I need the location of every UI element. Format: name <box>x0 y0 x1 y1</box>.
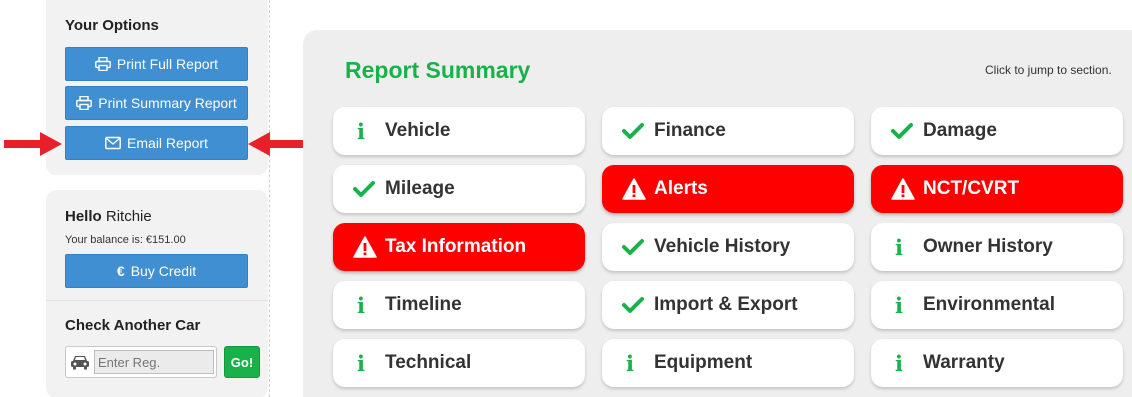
greeting: Hello Ritchie <box>65 208 152 225</box>
go-button[interactable]: Go! <box>224 346 260 378</box>
summary-tile-label: NCT/CVRT <box>923 178 1020 199</box>
account-panel: Hello Ritchie Your balance is: €151.00 €… <box>46 190 268 397</box>
summary-tile-label: Mileage <box>385 178 455 199</box>
summary-tile[interactable]: i Vehicle <box>333 107 585 155</box>
summary-tile[interactable]: NCT/CVRT <box>871 165 1123 213</box>
report-summary-hint: Click to jump to section. <box>985 63 1112 77</box>
info-icon: i <box>895 350 903 376</box>
summary-tile-label: Vehicle <box>385 120 451 141</box>
greeting-prefix: Hello <box>65 208 102 225</box>
summary-tile[interactable]: Finance <box>602 107 854 155</box>
user-name: Ritchie <box>105 208 152 225</box>
summary-tile[interactable]: Damage <box>871 107 1123 155</box>
check-icon <box>353 180 383 198</box>
summary-tile[interactable]: Mileage <box>333 165 585 213</box>
check-icon <box>891 122 921 140</box>
print-summary-report-label: Print Summary Report <box>98 95 237 111</box>
buy-credit-button[interactable]: € Buy Credit <box>65 254 248 288</box>
summary-tile[interactable]: i Warranty <box>871 339 1123 387</box>
registration-input[interactable] <box>94 350 214 374</box>
warning-icon <box>353 236 383 258</box>
printer-icon <box>95 57 111 71</box>
summary-tile-label: Tax Information <box>385 236 527 257</box>
arrow-left-icon <box>248 132 306 156</box>
summary-tile-label: Damage <box>923 120 997 141</box>
summary-tile-label: Technical <box>385 352 472 373</box>
summary-tile-label: Equipment <box>654 352 753 373</box>
info-icon: i <box>357 292 365 318</box>
email-report-button[interactable]: Email Report <box>65 126 248 160</box>
report-summary-title: Report Summary <box>345 57 531 83</box>
options-title: Your Options <box>65 17 159 34</box>
page: Your Options Print Full Report Print Sum… <box>0 0 1132 397</box>
summary-tile-label: Owner History <box>923 236 1053 257</box>
check-icon <box>622 238 652 256</box>
warning-icon <box>622 178 652 200</box>
arrow-right-icon <box>4 132 62 156</box>
summary-tile-label: Vehicle History <box>654 236 791 257</box>
summary-tile-label: Import & Export <box>654 294 798 315</box>
registration-field <box>65 346 217 378</box>
envelope-icon <box>105 136 121 150</box>
summary-tile[interactable]: Vehicle History <box>602 223 854 271</box>
summary-tile-label: Finance <box>654 120 726 141</box>
info-icon: i <box>626 350 634 376</box>
print-full-report-button[interactable]: Print Full Report <box>65 47 248 81</box>
balance-text: Your balance is: €151.00 <box>65 234 186 246</box>
summary-tile-label: Timeline <box>385 294 462 315</box>
euro-icon: € <box>116 263 125 279</box>
print-summary-report-button[interactable]: Print Summary Report <box>65 86 248 120</box>
summary-tile-label: Environmental <box>923 294 1055 315</box>
summary-tile-label: Alerts <box>654 178 708 199</box>
summary-tile[interactable]: Tax Information <box>333 223 585 271</box>
check-icon <box>622 122 652 140</box>
summary-tile[interactable]: i Owner History <box>871 223 1123 271</box>
info-icon: i <box>895 292 903 318</box>
summary-tile[interactable]: i Timeline <box>333 281 585 329</box>
print-full-report-label: Print Full Report <box>116 56 219 72</box>
printer-icon <box>76 96 93 110</box>
info-icon: i <box>357 118 365 144</box>
check-icon <box>622 296 652 314</box>
section-divider <box>46 300 268 301</box>
sidebar-divider <box>269 0 270 397</box>
options-panel: Your Options Print Full Report Print Sum… <box>46 0 268 175</box>
info-icon: i <box>895 234 903 260</box>
summary-tile[interactable]: i Environmental <box>871 281 1123 329</box>
email-report-label: Email Report <box>127 135 208 151</box>
summary-tile[interactable]: i Technical <box>333 339 585 387</box>
warning-icon <box>891 178 921 200</box>
report-summary-panel: Report Summary Click to jump to section.… <box>303 30 1132 397</box>
car-icon <box>71 356 89 370</box>
summary-tile-label: Warranty <box>923 352 1005 373</box>
check-another-car-title: Check Another Car <box>65 317 201 334</box>
summary-tile[interactable]: Import & Export <box>602 281 854 329</box>
summary-tile[interactable]: Alerts <box>602 165 854 213</box>
summary-tile[interactable]: i Equipment <box>602 339 854 387</box>
buy-credit-label: Buy Credit <box>130 263 197 279</box>
info-icon: i <box>357 350 365 376</box>
